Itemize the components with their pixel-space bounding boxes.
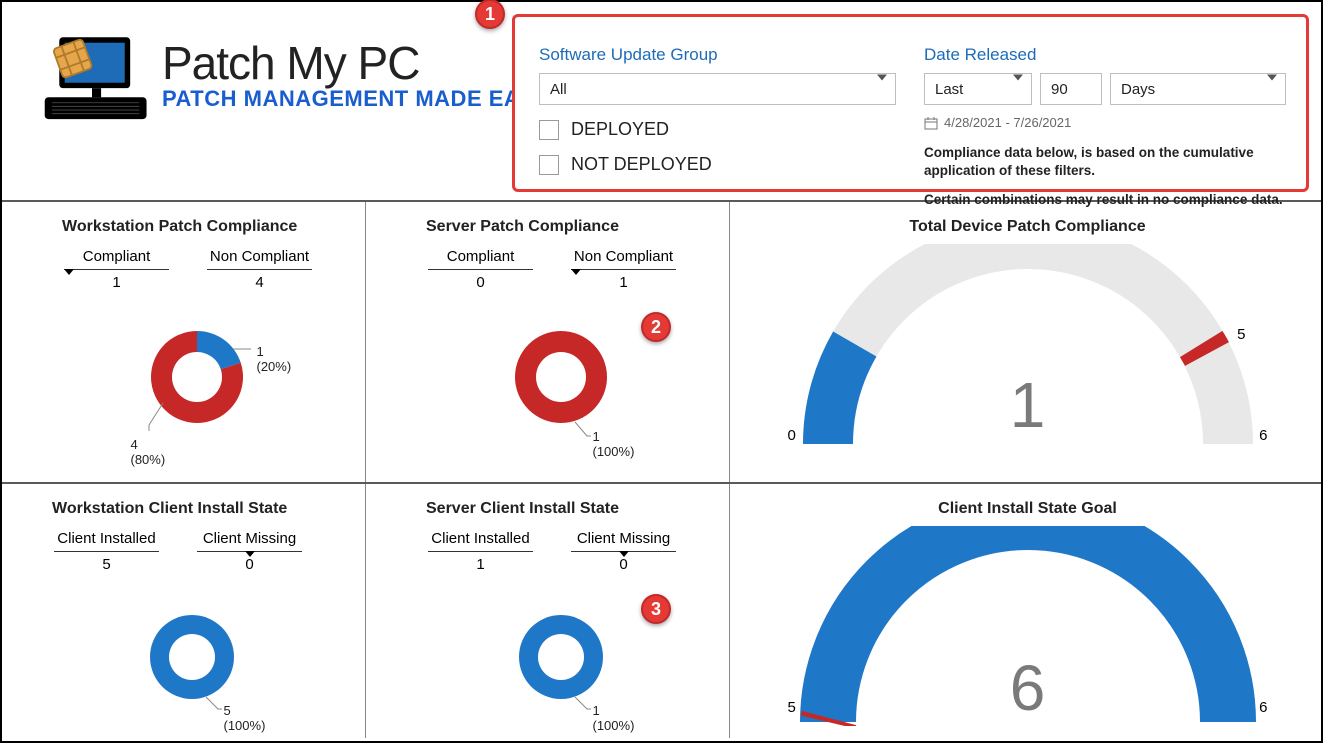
legend-value: 0	[428, 274, 533, 291]
legend-header: Non Compliant	[574, 248, 673, 265]
filter-info-text: Compliance data below, is based on the c…	[924, 144, 1286, 180]
tile-title: Workstation Patch Compliance	[62, 218, 351, 236]
date-released-filter: Date Released Last 90 Days	[924, 45, 1286, 207]
slice-label: 1 (100%)	[593, 429, 641, 459]
gauge-value: 6	[1010, 651, 1046, 725]
filters-panel: 1 Software Update Group All DEPLOYED NOT…	[512, 14, 1309, 192]
total-device-patch-compliance-tile: Total Device Patch Compliance 0 6 5 1	[730, 202, 1321, 482]
legend-header: Compliant	[447, 248, 515, 265]
not-deployed-checkbox[interactable]: NOT DEPLOYED	[539, 154, 896, 175]
brand-logo-block: Patch My PC PATCH MANAGEMENT MADE EASY	[2, 2, 512, 200]
tick-label: 5	[1237, 326, 1245, 343]
date-unit-select[interactable]: Days	[1110, 73, 1286, 105]
callout-marker: 1	[475, 0, 505, 29]
scale-max: 6	[1259, 427, 1267, 444]
date-period-select[interactable]: Last	[924, 73, 1032, 105]
donut-chart[interactable]: 1 (20%) 44(80%)	[137, 309, 277, 439]
date-number-input[interactable]: 90	[1040, 73, 1102, 105]
legend-value: 5	[54, 556, 159, 573]
slice-label: 1 (20%)	[257, 344, 292, 374]
sug-value: All	[550, 81, 567, 98]
legend-value: 4	[207, 274, 312, 291]
deployed-label: DEPLOYED	[571, 119, 669, 140]
server-patch-compliance-tile: 2 Server Patch Compliance Compliant 0 No…	[366, 202, 730, 482]
gauge-value: 1	[1010, 368, 1046, 442]
donut-chart[interactable]: 1 (100%)	[501, 591, 641, 721]
scale-min: 0	[788, 427, 796, 444]
legend-header: Client Installed	[431, 530, 529, 547]
sug-select[interactable]: All	[539, 73, 896, 105]
tile-title: Client Install State Goal	[748, 500, 1307, 518]
legend-value: 0	[197, 556, 302, 573]
brand-name: Patch My PC	[162, 36, 551, 90]
checkbox-icon	[539, 155, 559, 175]
server-client-install-state-tile: 3 Server Client Install State Client Ins…	[366, 484, 730, 738]
client-install-state-goal-tile: Client Install State Goal 5 6 6	[730, 484, 1321, 738]
slice-label: 44(80%)	[131, 437, 166, 467]
workstation-client-install-state-tile: Workstation Client Install State Client …	[2, 484, 366, 738]
sug-label: Software Update Group	[539, 45, 896, 65]
software-update-group-filter: Software Update Group All DEPLOYED NOT D…	[539, 45, 896, 207]
brand-tagline: PATCH MANAGEMENT MADE EASY	[162, 86, 551, 112]
legend-value: 1	[64, 274, 169, 291]
date-released-label: Date Released	[924, 45, 1286, 65]
chevron-down-icon	[1267, 81, 1277, 98]
workstation-patch-compliance-tile: Workstation Patch Compliance Compliant 1…	[2, 202, 366, 482]
number-value: 90	[1051, 81, 1068, 98]
legend-header: Compliant	[83, 248, 151, 265]
unit-value: Days	[1121, 81, 1155, 98]
legend-header: Non Compliant	[210, 248, 309, 265]
gauge-chart[interactable]: 0 6 5 1	[788, 244, 1268, 444]
legend-header: Client Installed	[57, 530, 155, 547]
slice-label: 5 (100%)	[224, 703, 272, 733]
tile-title: Workstation Client Install State	[52, 500, 351, 518]
gauge-chart[interactable]: 5 6 6	[788, 526, 1268, 716]
scale-min: 5	[788, 699, 796, 716]
chevron-down-icon	[1013, 81, 1023, 98]
not-deployed-label: NOT DEPLOYED	[571, 154, 712, 175]
logo-icon	[32, 30, 152, 130]
legend-value: 1	[571, 274, 676, 291]
checkbox-icon	[539, 120, 559, 140]
period-value: Last	[935, 81, 963, 98]
tile-title: Server Patch Compliance	[426, 218, 715, 236]
legend-value: 0	[571, 556, 676, 573]
date-range-value: 4/28/2021 - 7/26/2021	[944, 115, 1071, 130]
deployed-checkbox[interactable]: DEPLOYED	[539, 119, 896, 140]
donut-chart[interactable]: 1 (100%)	[501, 309, 641, 439]
legend-header: Client Missing	[577, 530, 670, 547]
scale-max: 6	[1259, 699, 1267, 716]
date-range-display: 4/28/2021 - 7/26/2021	[924, 115, 1286, 130]
legend-header: Client Missing	[203, 530, 296, 547]
legend-value: 1	[428, 556, 533, 573]
tile-title: Server Client Install State	[426, 500, 715, 518]
calendar-icon	[924, 116, 938, 130]
tile-title: Total Device Patch Compliance	[748, 218, 1307, 236]
donut-chart[interactable]: 5 (100%)	[132, 591, 272, 721]
slice-label: 1 (100%)	[593, 703, 641, 733]
chevron-down-icon	[877, 81, 887, 98]
